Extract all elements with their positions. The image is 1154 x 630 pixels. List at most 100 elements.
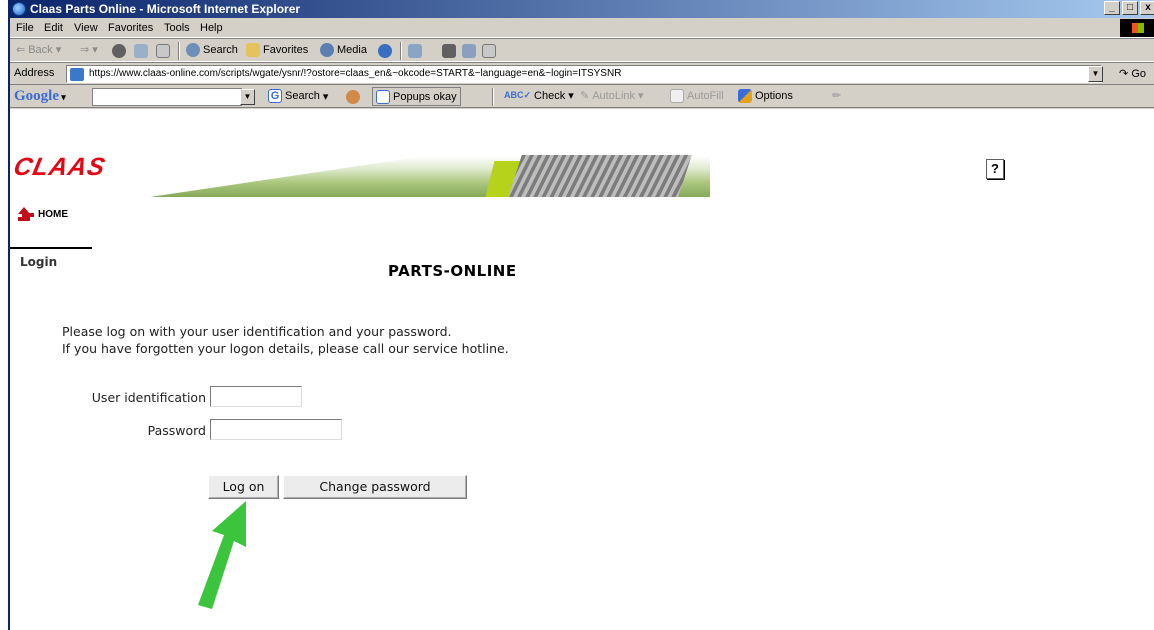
address-dropdown-button[interactable]: ▼ bbox=[1088, 66, 1103, 82]
home-icon[interactable] bbox=[156, 44, 170, 58]
favorites-button[interactable]: Favorites bbox=[246, 43, 308, 57]
search-icon bbox=[186, 43, 200, 57]
google-search-button[interactable]: G Search ▾ bbox=[268, 89, 328, 103]
login-tab[interactable]: Login bbox=[20, 255, 57, 269]
arrow-shape bbox=[198, 501, 246, 609]
password-label: Password bbox=[147, 423, 206, 438]
go-label: Go bbox=[1131, 68, 1146, 80]
media-icon bbox=[320, 43, 334, 57]
browser-window: Claas Parts Online - Microsoft Internet … bbox=[8, 0, 1154, 630]
autolink-label: AutoLink bbox=[592, 89, 636, 102]
media-label: Media bbox=[337, 44, 367, 56]
edit-icon[interactable] bbox=[462, 44, 476, 58]
chevron-down-icon: ▾ bbox=[322, 90, 329, 103]
menu-help[interactable]: Help bbox=[200, 22, 223, 34]
options-icon bbox=[738, 89, 752, 103]
go-arrow-icon: ↷ bbox=[1119, 68, 1129, 80]
autolink-button[interactable]: ✎ AutoLink ▾ bbox=[580, 89, 644, 103]
stop-icon[interactable] bbox=[112, 44, 126, 58]
google-search-label: Search bbox=[285, 90, 320, 102]
green-arrow-annotation bbox=[198, 501, 246, 609]
media-button[interactable]: Media bbox=[320, 43, 367, 57]
pagerank-icon[interactable] bbox=[346, 90, 360, 104]
ie-icon bbox=[12, 2, 26, 16]
chevron-down-icon: ▾ bbox=[55, 44, 62, 56]
toolbar-separator bbox=[178, 42, 180, 60]
popups-button[interactable]: Popups okay bbox=[372, 87, 461, 106]
favorites-label: Favorites bbox=[263, 44, 309, 56]
menu-view[interactable]: View bbox=[74, 22, 98, 34]
home-link[interactable]: HOME bbox=[16, 207, 68, 221]
options-button[interactable]: Options bbox=[738, 89, 793, 103]
intro-line-2: If you have forgotten your logon details… bbox=[62, 341, 509, 356]
google-logo[interactable]: Google ▾ bbox=[14, 88, 66, 105]
address-url: https://www.claas-online.com/scripts/wga… bbox=[89, 68, 622, 79]
menu-tools[interactable]: Tools bbox=[164, 22, 190, 34]
popups-label: Popups okay bbox=[393, 90, 457, 103]
menu-bar: File Edit View Favorites Tools Help bbox=[10, 18, 1154, 38]
menu-file[interactable]: File bbox=[16, 22, 34, 34]
home-arrow-icon bbox=[16, 207, 34, 221]
search-button[interactable]: Search bbox=[186, 43, 238, 57]
chevron-down-icon: ▾ bbox=[638, 90, 644, 102]
chevron-down-icon: ▾ bbox=[568, 90, 574, 102]
maximize-button[interactable]: □ bbox=[1122, 1, 1138, 15]
autofill-button[interactable]: AutoFill bbox=[670, 89, 724, 103]
back-arrow-icon: ⇐ bbox=[16, 44, 26, 56]
google-search-input[interactable] bbox=[92, 88, 242, 106]
back-label: Back bbox=[28, 43, 53, 56]
nav-divider bbox=[10, 247, 92, 249]
header-banner: CLAAS bbox=[10, 109, 730, 197]
window-title: Claas Parts Online - Microsoft Internet … bbox=[30, 2, 301, 16]
spellcheck-icon: ABC✓ bbox=[504, 90, 532, 100]
harvester-header-image bbox=[508, 155, 692, 197]
home-label: HOME bbox=[38, 208, 68, 220]
go-button[interactable]: ↷ Go bbox=[1119, 67, 1146, 80]
title-bar: Claas Parts Online - Microsoft Internet … bbox=[10, 0, 1154, 18]
options-label: Options bbox=[755, 90, 793, 102]
claas-logo[interactable]: CLAAS bbox=[11, 153, 108, 182]
help-button[interactable]: ? bbox=[986, 159, 1004, 179]
highlighter-icon[interactable]: ✏ bbox=[832, 89, 841, 102]
menu-favorites[interactable]: Favorites bbox=[108, 22, 153, 34]
page-content: CLAAS ? HOME Login PARTS-ONLINE Please l… bbox=[10, 109, 1154, 630]
refresh-icon[interactable] bbox=[134, 44, 148, 58]
back-button[interactable]: ⇐ Back ▾ bbox=[16, 43, 62, 57]
history-icon[interactable] bbox=[378, 44, 392, 58]
search-label: Search bbox=[203, 44, 238, 56]
change-password-button[interactable]: Change password bbox=[283, 475, 467, 499]
user-identification-label: User identification bbox=[91, 390, 206, 405]
log-on-button[interactable]: Log on bbox=[208, 475, 279, 499]
google-g-icon: G bbox=[268, 89, 282, 103]
google-toolbar: Google ▾ ▼ G Search ▾ Popups okay ABC✓ C… bbox=[10, 84, 1154, 108]
forward-button[interactable]: ⇒ ▾ bbox=[80, 43, 98, 56]
forward-arrow-icon: ⇒ ▾ bbox=[80, 44, 98, 56]
spell-check-button[interactable]: ABC✓ Check ▾ bbox=[504, 89, 574, 103]
windows-logo-icon bbox=[1120, 19, 1154, 37]
user-identification-input[interactable] bbox=[210, 386, 302, 407]
address-label: Address bbox=[14, 67, 55, 79]
window-controls: _ □ x bbox=[1102, 1, 1154, 15]
popup-blocker-icon bbox=[376, 89, 390, 104]
check-label: Check bbox=[534, 89, 566, 102]
intro-line-1: Please log on with your user identificat… bbox=[62, 324, 452, 339]
page-icon bbox=[70, 68, 84, 81]
autofill-label: AutoFill bbox=[687, 90, 724, 102]
address-field[interactable]: https://www.claas-online.com/scripts/wga… bbox=[66, 65, 1102, 83]
toolbar-separator bbox=[400, 42, 402, 60]
close-button[interactable]: x bbox=[1140, 1, 1154, 15]
mail-icon[interactable] bbox=[408, 44, 422, 58]
favorites-icon bbox=[246, 43, 260, 57]
toolbar-separator bbox=[492, 88, 494, 106]
address-bar: Address https://www.claas-online.com/scr… bbox=[10, 62, 1154, 84]
google-dropdown-button[interactable]: ▼ bbox=[240, 89, 255, 105]
autolink-icon: ✎ bbox=[580, 90, 590, 102]
menu-edit[interactable]: Edit bbox=[44, 22, 63, 34]
print-icon[interactable] bbox=[442, 44, 456, 58]
autofill-icon bbox=[670, 89, 684, 103]
standard-toolbar: ⇐ Back ▾ ⇒ ▾ Search Favorites Media bbox=[10, 38, 1154, 62]
intro-text: Please log on with your user identificat… bbox=[62, 323, 509, 357]
password-input[interactable] bbox=[210, 419, 342, 440]
discuss-icon[interactable] bbox=[482, 44, 496, 58]
minimize-button[interactable]: _ bbox=[1104, 1, 1120, 15]
